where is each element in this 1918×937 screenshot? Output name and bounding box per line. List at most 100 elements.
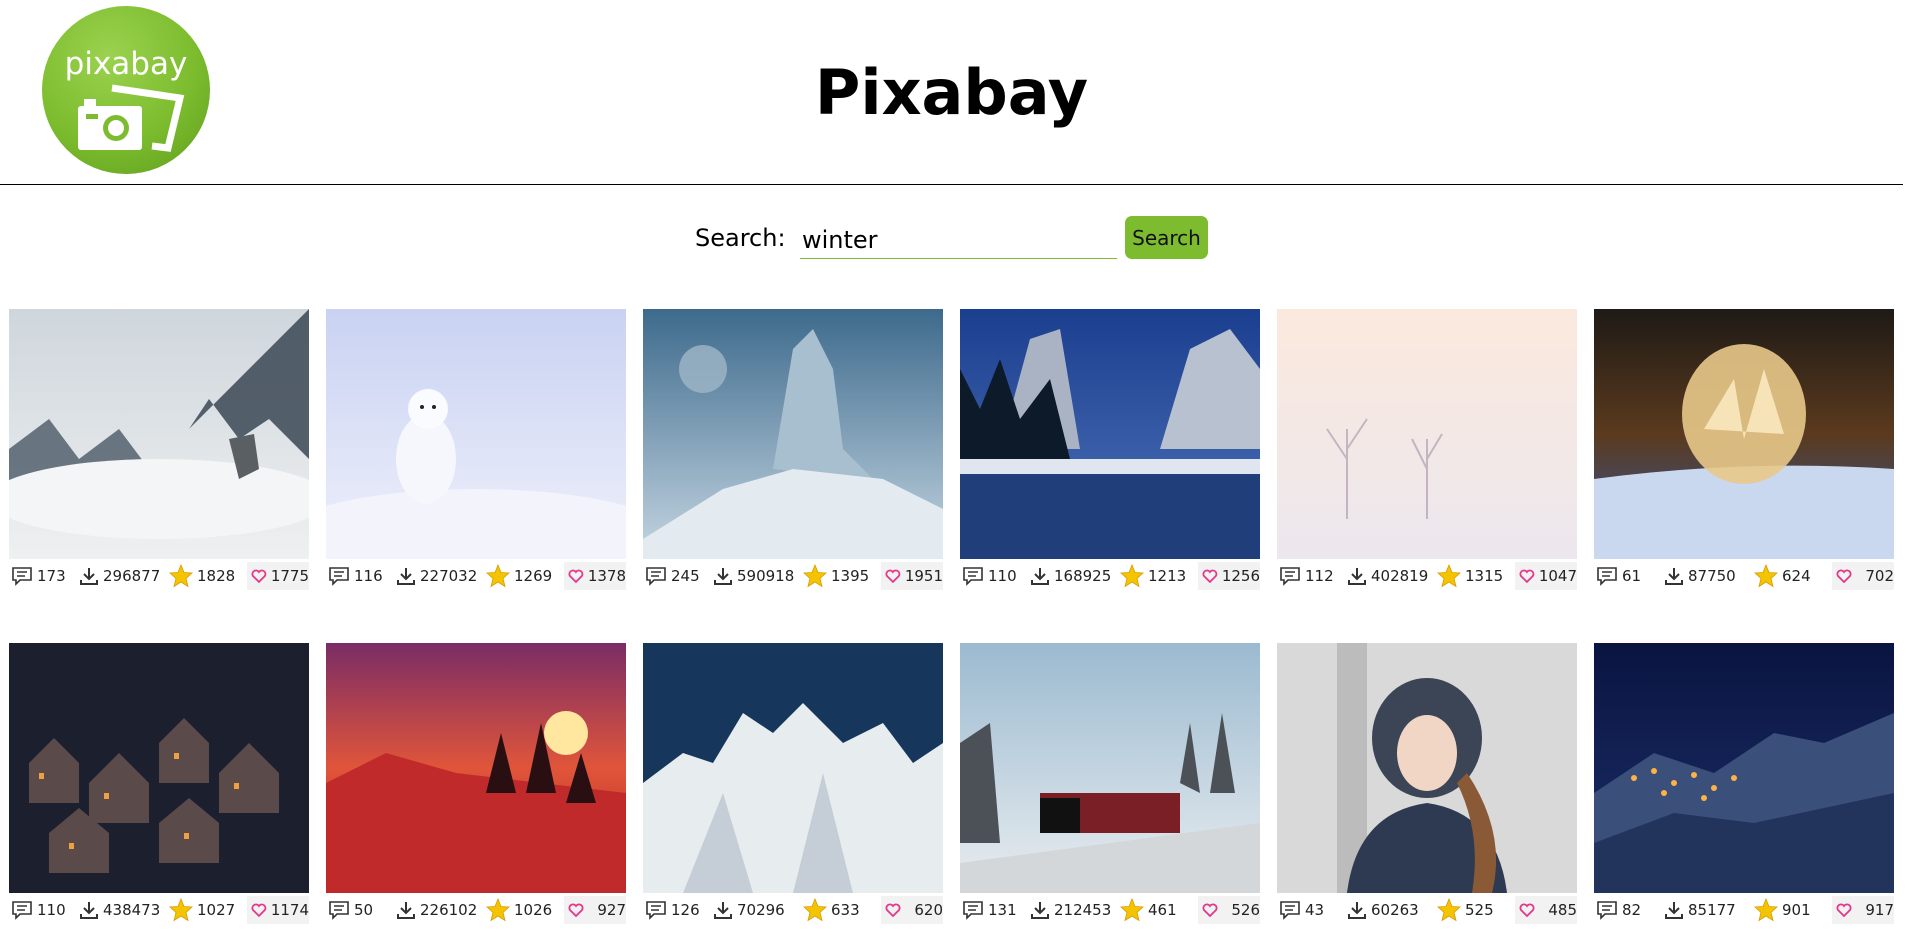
favorites-count: 1395 [831,567,870,585]
favorites-stat: 1269 [486,562,552,590]
image-stats: 173 296877 1828 1775 [9,562,309,590]
image-card[interactable]: 131 212453 461 526 [960,643,1260,924]
comments-count: 126 [671,901,700,919]
favorites-stat: 461 [1120,896,1177,924]
likes-stat[interactable]: 1256 [1198,562,1260,590]
likes-stat[interactable]: 1775 [247,562,309,590]
image-thumbnail[interactable] [960,309,1260,559]
image-card[interactable]: 116 227032 1269 1378 [326,309,626,590]
image-thumbnail[interactable] [1594,643,1894,893]
heart-icon [568,569,584,583]
image-thumbnail[interactable] [1277,309,1577,559]
downloads-count: 438473 [103,901,161,919]
image-card[interactable]: 50 226102 1026 927 [326,643,626,924]
comments-stat: 126 [645,896,700,924]
favorites-stat: 624 [1754,562,1811,590]
heart-icon [1836,569,1852,583]
likes-stat[interactable]: 917 [1832,896,1894,924]
comments-count: 116 [354,567,383,585]
likes-stat[interactable]: 1378 [564,562,626,590]
likes-stat[interactable]: 1047 [1515,562,1577,590]
likes-stat[interactable]: 620 [881,896,943,924]
image-stats: 131 212453 461 526 [960,896,1260,924]
favorites-count: 1269 [514,567,553,585]
heart-icon [1202,569,1218,583]
image-card[interactable]: 110 438473 1027 1174 [9,643,309,924]
image-card[interactable]: 245 590918 1395 1951 [643,309,943,590]
search-bar: Search: Search [0,216,1918,260]
image-thumbnail[interactable] [1594,309,1894,559]
downloads-count: 87750 [1688,567,1736,585]
download-icon [1348,568,1366,585]
comment-icon [1280,567,1300,586]
heart-icon [251,569,267,583]
downloads-count: 60263 [1371,901,1419,919]
download-icon [1665,902,1683,919]
heart-icon [251,903,267,917]
likes-stat[interactable]: 1174 [247,896,309,924]
downloads-stat: 70296 [713,896,785,924]
comments-count: 131 [988,901,1017,919]
downloads-stat: 402819 [1347,562,1428,590]
comment-icon [646,567,666,586]
comment-icon [12,567,32,586]
downloads-count: 296877 [103,567,161,585]
image-stats: 82 85177 901 917 [1594,896,1894,924]
downloads-stat: 168925 [1030,562,1111,590]
likes-stat[interactable]: 526 [1198,896,1260,924]
image-card[interactable]: 173 296877 1828 1775 [9,309,309,590]
image-thumbnail[interactable] [326,643,626,893]
image-thumbnail[interactable] [9,309,309,559]
download-icon [1031,568,1049,585]
likes-count: 1775 [270,567,309,585]
star-icon [1120,564,1144,588]
comment-icon [329,901,349,920]
heart-icon [1519,903,1535,917]
star-icon [1754,898,1778,922]
image-stats: 50 226102 1026 927 [326,896,626,924]
heart-icon [885,903,901,917]
comment-icon [329,567,349,586]
likes-count: 917 [1865,901,1894,919]
image-card[interactable]: 126 70296 633 620 [643,643,943,924]
likes-stat[interactable]: 485 [1515,896,1577,924]
image-card[interactable]: 112 402819 1315 1047 [1277,309,1577,590]
favorites-stat: 1026 [486,896,552,924]
image-thumbnail[interactable] [643,309,943,559]
likes-count: 1256 [1221,567,1260,585]
comments-stat: 110 [962,562,1017,590]
favorites-count: 624 [1782,567,1811,585]
favorites-stat: 1027 [169,896,235,924]
downloads-stat: 227032 [396,562,477,590]
heart-icon [1519,569,1535,583]
star-icon [1120,898,1144,922]
search-input[interactable] [800,222,1117,259]
comments-count: 82 [1622,901,1642,919]
star-icon [486,898,510,922]
image-thumbnail[interactable] [960,643,1260,893]
likes-count: 620 [914,901,943,919]
downloads-stat: 85177 [1664,896,1736,924]
image-thumbnail[interactable] [1277,643,1577,893]
favorites-stat: 901 [1754,896,1811,924]
likes-stat[interactable]: 1951 [881,562,943,590]
download-icon [1348,902,1366,919]
image-card[interactable]: 61 87750 624 702 [1594,309,1894,590]
comments-count: 173 [37,567,66,585]
image-thumbnail[interactable] [643,643,943,893]
image-card[interactable]: 43 60263 525 485 [1277,643,1577,924]
likes-count: 1047 [1538,567,1577,585]
download-icon [397,902,415,919]
comments-count: 110 [988,567,1017,585]
search-button[interactable]: Search [1125,216,1208,259]
downloads-count: 227032 [420,567,478,585]
image-thumbnail[interactable] [9,643,309,893]
likes-stat[interactable]: 702 [1832,562,1894,590]
image-card[interactable]: 110 168925 1213 1256 [960,309,1260,590]
image-stats: 126 70296 633 620 [643,896,943,924]
likes-stat[interactable]: 927 [564,896,626,924]
image-card[interactable]: 82 85177 901 917 [1594,643,1894,924]
likes-count: 1174 [270,901,309,919]
image-thumbnail[interactable] [326,309,626,559]
download-icon [80,902,98,919]
